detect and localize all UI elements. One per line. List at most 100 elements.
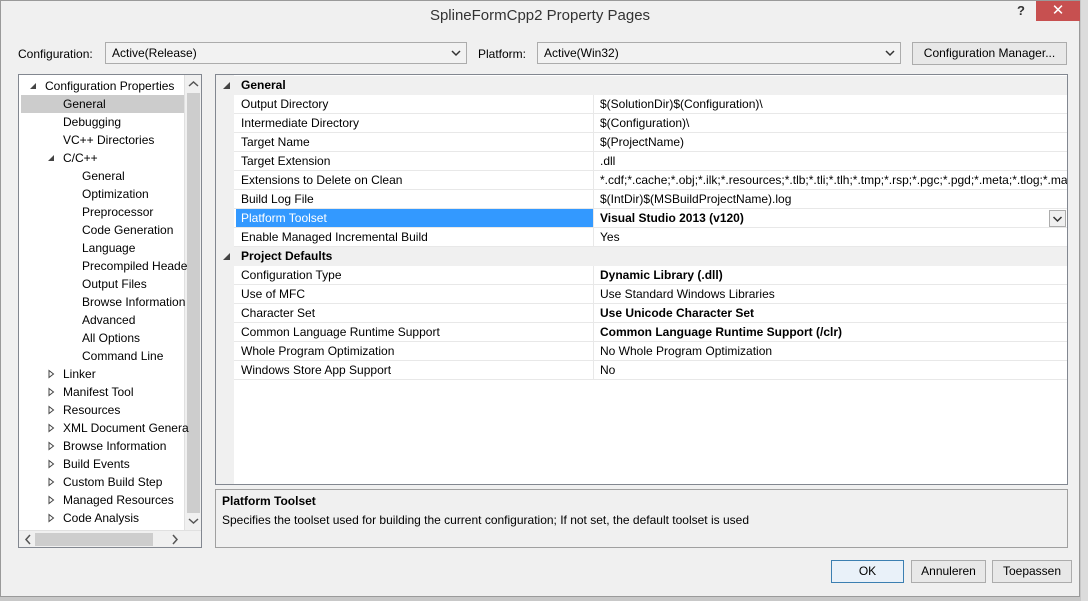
tree-item[interactable]: Browse Information: [19, 437, 184, 455]
tree-vertical-scroll-thumb[interactable]: [187, 93, 200, 513]
tree-item-label: Precompiled Heade: [82, 259, 188, 273]
value-dropdown-button[interactable]: [1049, 210, 1066, 227]
tree-item[interactable]: Precompiled Heade: [19, 257, 188, 275]
property-row[interactable]: Target Name $(ProjectName): [234, 133, 1067, 152]
tree-item[interactable]: Resources: [19, 401, 184, 419]
property-row[interactable]: Extensions to Delete on Clean *.cdf;*.cac…: [234, 171, 1067, 190]
property-grid: General Output Directory $(SolutionDir)$(C…: [215, 74, 1068, 485]
column-divider: [593, 304, 594, 323]
tree-item[interactable]: XML Document Genera: [19, 419, 189, 437]
property-row[interactable]: Whole Program Optimization No Whole Progr…: [234, 342, 1067, 361]
property-row[interactable]: Windows Store App Support No: [234, 361, 1067, 380]
category-header[interactable]: Project Defaults: [216, 247, 1067, 266]
property-row[interactable]: Build Log File $(IntDir)$(MSBuildProjectN…: [234, 190, 1067, 209]
column-divider: [593, 190, 594, 209]
collapsed-triangle-icon[interactable]: [46, 423, 56, 433]
tree-horizontal-scrollbar[interactable]: [19, 530, 201, 547]
tree-item[interactable]: Managed Resources: [19, 491, 184, 509]
tree-item[interactable]: Linker: [19, 365, 184, 383]
collapsed-triangle-icon[interactable]: [46, 441, 56, 451]
ok-button[interactable]: OK: [831, 560, 904, 583]
tree-vertical-scrollbar[interactable]: [184, 75, 201, 530]
property-name: Output Directory: [241, 97, 329, 111]
column-divider: [593, 342, 594, 361]
tree-item-label: All Options: [82, 331, 141, 345]
help-button[interactable]: ?: [1009, 3, 1033, 21]
property-value[interactable]: .dll: [600, 154, 1067, 168]
property-value[interactable]: Common Language Runtime Support (/clr): [600, 325, 1067, 339]
property-value[interactable]: Use Standard Windows Libraries: [600, 287, 1067, 301]
property-value[interactable]: Yes: [600, 230, 1067, 244]
cancel-button[interactable]: Annuleren: [911, 560, 986, 583]
property-value[interactable]: $(SolutionDir)$(Configuration)\: [600, 97, 1067, 111]
tree-item[interactable]: Configuration Properties: [19, 77, 184, 95]
expanded-triangle-icon[interactable]: [46, 153, 56, 163]
property-row[interactable]: Enable Managed Incremental Build Yes: [234, 228, 1067, 247]
collapsed-triangle-icon[interactable]: [46, 387, 56, 397]
tree-item[interactable]: Debugging: [19, 113, 184, 131]
tree-item[interactable]: VC++ Directories: [19, 131, 184, 149]
tree-item[interactable]: Manifest Tool: [19, 383, 184, 401]
property-row[interactable]: Common Language Runtime Support Common La…: [234, 323, 1067, 342]
tree-item[interactable]: Build Events: [19, 455, 184, 473]
property-value[interactable]: Visual Studio 2013 (v120): [600, 211, 1067, 225]
category-header[interactable]: General: [216, 76, 1067, 95]
tree-item-label: General: [82, 169, 125, 183]
property-row[interactable]: Use of MFC Use Standard Windows Libraries: [234, 285, 1067, 304]
tree-item[interactable]: Command Line: [19, 347, 184, 365]
property-row[interactable]: Output Directory $(SolutionDir)$(Configur…: [234, 95, 1067, 114]
scroll-down-icon[interactable]: [188, 516, 199, 526]
property-row[interactable]: Intermediate Directory $(Configuration)\: [234, 114, 1067, 133]
tree-item-label: Configuration Properties: [45, 79, 175, 93]
expanded-triangle-icon[interactable]: [222, 252, 231, 261]
tree-item[interactable]: Advanced: [19, 311, 184, 329]
property-row[interactable]: Platform Toolset Visual Studio 2013 (v120…: [234, 209, 1067, 228]
tree-item[interactable]: General: [19, 167, 184, 185]
tree-item[interactable]: Optimization: [19, 185, 184, 203]
property-row[interactable]: Target Extension .dll: [234, 152, 1067, 171]
tree-item[interactable]: All Options: [19, 329, 184, 347]
scroll-up-icon[interactable]: [188, 79, 199, 89]
collapsed-triangle-icon[interactable]: [46, 459, 56, 469]
tree-item[interactable]: Browse Information: [19, 293, 185, 311]
tree-item-label: Browse Information: [63, 439, 167, 453]
property-row[interactable]: Configuration Type Dynamic Library (.dll): [234, 266, 1067, 285]
property-row[interactable]: Character Set Use Unicode Character Set: [234, 304, 1067, 323]
scroll-left-icon[interactable]: [23, 534, 33, 545]
collapsed-triangle-icon[interactable]: [46, 477, 56, 487]
collapsed-triangle-icon[interactable]: [46, 513, 56, 523]
apply-button[interactable]: Toepassen: [992, 560, 1072, 583]
tree-item[interactable]: Code Analysis: [19, 509, 184, 527]
property-value[interactable]: No: [600, 363, 1067, 377]
property-value[interactable]: Use Unicode Character Set: [600, 306, 1067, 320]
property-value[interactable]: *.cdf;*.cache;*.obj;*.ilk;*.resources;*.…: [600, 173, 1067, 187]
property-value[interactable]: $(IntDir)$(MSBuildProjectName).log: [600, 192, 1067, 206]
close-button[interactable]: ✕: [1036, 1, 1080, 21]
property-value[interactable]: $(Configuration)\: [600, 116, 1067, 130]
property-value[interactable]: $(ProjectName): [600, 135, 1067, 149]
grid-gutter: [216, 75, 234, 484]
tree-horizontal-scroll-thumb[interactable]: [35, 533, 153, 546]
configuration-value: Active(Release): [112, 46, 197, 60]
expanded-triangle-icon[interactable]: [28, 81, 38, 91]
tree-item[interactable]: Custom Build Step: [19, 473, 184, 491]
expanded-triangle-icon[interactable]: [222, 81, 231, 90]
property-value[interactable]: Dynamic Library (.dll): [600, 268, 1067, 282]
tree-item[interactable]: C/C++: [19, 149, 184, 167]
tree-item[interactable]: Output Files: [19, 275, 184, 293]
configuration-label: Configuration:: [18, 47, 93, 61]
tree-item[interactable]: Preprocessor: [19, 203, 184, 221]
property-value[interactable]: No Whole Program Optimization: [600, 344, 1067, 358]
configuration-manager-button[interactable]: Configuration Manager...: [912, 42, 1067, 65]
tree-item[interactable]: Language: [19, 239, 184, 257]
collapsed-triangle-icon[interactable]: [46, 369, 56, 379]
configuration-select[interactable]: Active(Release): [105, 42, 467, 64]
collapsed-triangle-icon[interactable]: [46, 405, 56, 415]
platform-select[interactable]: Active(Win32): [537, 42, 901, 64]
property-name: Windows Store App Support: [241, 363, 392, 377]
scroll-right-icon[interactable]: [170, 534, 180, 545]
tree-item[interactable]: Code Generation: [19, 221, 184, 239]
tree-item[interactable]: General: [21, 95, 184, 113]
tree-item-label: General: [63, 97, 106, 111]
collapsed-triangle-icon[interactable]: [46, 495, 56, 505]
